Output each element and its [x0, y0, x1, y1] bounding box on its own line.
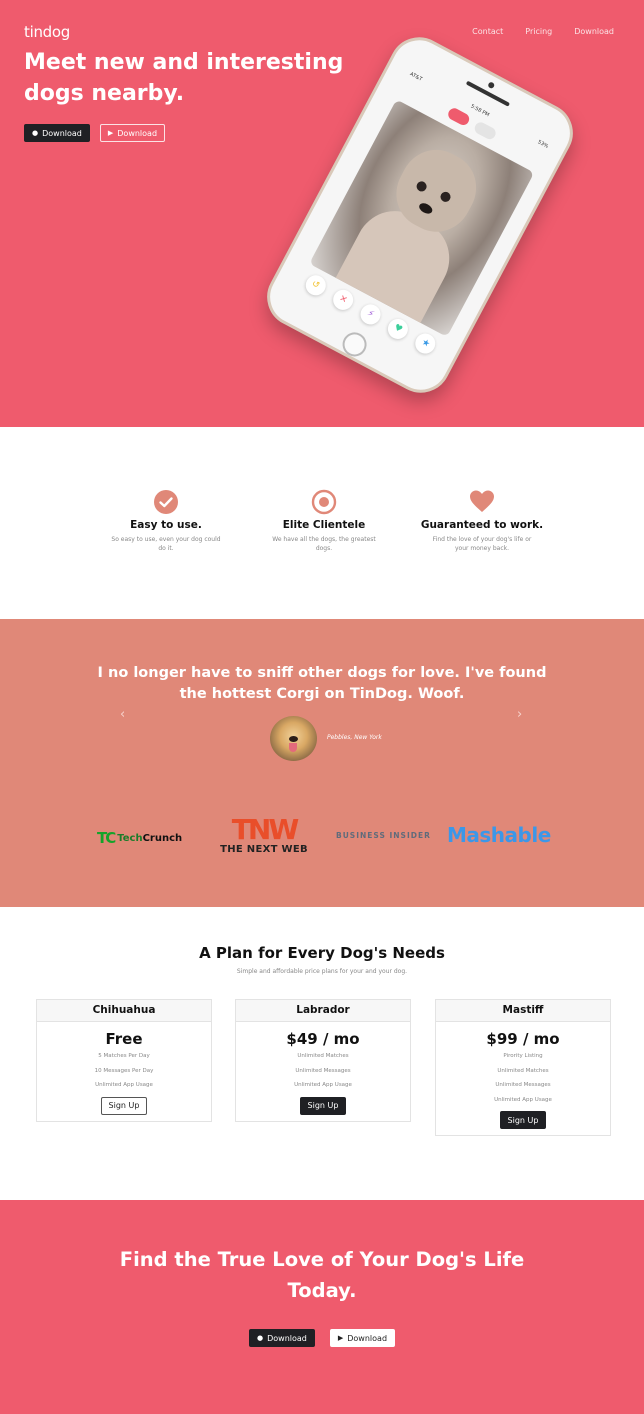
cta-section: Find the True Love of Your Dog's Life To…: [0, 1200, 644, 1414]
brand-logo[interactable]: tindog: [24, 23, 70, 41]
feature-title: Elite Clientele: [282, 519, 366, 531]
plan-feature: Unlimited Messages: [495, 1082, 551, 1088]
plan-card-labrador: Labrador $49 / mo Unlimited Matches Unli…: [235, 999, 411, 1122]
plan-feature: Unlimited App Usage: [294, 1082, 352, 1088]
nav-contact[interactable]: Contact: [472, 27, 503, 36]
sign-up-button[interactable]: Sign Up: [100, 1096, 148, 1115]
plan-feature: Unlimited Matches: [497, 1067, 549, 1074]
plan-feature: Unlimited Messages: [295, 1067, 351, 1074]
plan-name: Mastiff: [436, 1000, 610, 1022]
pricing-section: A Plan for Every Dog's Needs Simple and …: [0, 907, 644, 1200]
mashable-logo: Mashable: [447, 823, 551, 847]
tnw-mark: TNW: [231, 813, 299, 846]
plan-price: $49 / mo: [286, 1030, 360, 1048]
tnw-logo: TNW THE NEXT WEB: [214, 813, 314, 856]
plan-feature: Pirority Listing: [503, 1053, 543, 1059]
feature-guaranteed: Guaranteed to work. Find the love of you…: [417, 489, 547, 553]
plan-card-chihuahua: Chihuahua Free 5 Matches Per Day 10 Mess…: [36, 999, 212, 1122]
pricing-subtitle: Simple and affordable price plans for yo…: [236, 968, 408, 975]
like-icon: ♥: [384, 315, 412, 343]
avatar-nose: [289, 736, 298, 742]
plan-body: $99 / mo Pirority Listing Unlimited Matc…: [436, 1022, 610, 1135]
plan-feature: 10 Messages Per Day: [94, 1067, 154, 1074]
techcrunch-mark: TC: [97, 829, 116, 847]
superlike-icon: ★: [412, 330, 440, 358]
carousel-prev-icon[interactable]: ‹: [120, 707, 125, 722]
plan-name: Chihuahua: [37, 1000, 211, 1022]
feature-text: We have all the dogs, the greatest dogs.: [272, 536, 376, 552]
button-label: Download: [42, 128, 82, 138]
nav-download[interactable]: Download: [574, 27, 614, 36]
button-label: Download: [347, 1333, 388, 1343]
techcrunch-text-a: Tech: [117, 832, 143, 844]
feature-text: So easy to use, even your dog could do i…: [111, 536, 221, 552]
testimonials-section: I no longer have to sniff other dogs for…: [0, 619, 644, 907]
check-circle-icon: [153, 489, 179, 515]
pricing-title: A Plan for Every Dog's Needs: [199, 944, 445, 962]
hero-buttons: ● Download ▶ Download: [24, 124, 166, 142]
techcrunch-text-b: Crunch: [142, 832, 183, 844]
feature-easy-to-use: Easy to use. So easy to use, even your d…: [101, 489, 231, 553]
title-section: tindog Contact Pricing Download Meet new…: [0, 0, 644, 427]
techcrunch-wordmark: TechCrunch: [117, 833, 182, 844]
feature-title: Guaranteed to work.: [420, 519, 544, 531]
top-nav: Contact Pricing Download: [472, 27, 614, 36]
plan-feature: Unlimited App Usage: [95, 1082, 153, 1088]
feature-text: Find the love of your dog's life or your…: [432, 536, 532, 552]
plan-price: Free: [105, 1030, 143, 1048]
play-store-download-button[interactable]: ▶ Download: [329, 1329, 396, 1347]
button-label: Download: [117, 128, 158, 138]
avatar-tongue: [289, 743, 297, 752]
plan-feature: 5 Matches Per Day: [98, 1053, 150, 1059]
sign-up-button[interactable]: Sign Up: [299, 1096, 347, 1115]
press-logos: TC TechCrunch TNW THE NEXT WEB BUSINESS …: [0, 815, 644, 865]
app-store-download-button[interactable]: ● Download: [248, 1329, 315, 1347]
camera-icon: [487, 81, 496, 90]
testimonial-quote: I no longer have to sniff other dogs for…: [97, 665, 547, 702]
heart-icon: [469, 489, 495, 515]
apple-icon: ●: [32, 129, 39, 137]
cta-heading: Find the True Love of Your Dog's Life To…: [119, 1248, 525, 1302]
nope-icon: ✕: [329, 286, 357, 314]
button-label: Download: [267, 1333, 307, 1343]
plan-feature: Unlimited App Usage: [494, 1096, 552, 1103]
cta-buttons: ● Download ▶ Download: [0, 1329, 644, 1347]
flame-tab-icon: [446, 106, 472, 128]
feature-title: Easy to use.: [130, 519, 202, 531]
apple-icon: ●: [256, 1334, 264, 1342]
bullseye-icon: [311, 489, 337, 515]
features-section: Easy to use. So easy to use, even your d…: [0, 427, 644, 619]
rewind-icon: ↺: [301, 271, 329, 299]
tnw-subtitle: THE NEXT WEB: [220, 844, 308, 855]
techcrunch-logo: TC TechCrunch: [97, 829, 182, 847]
boost-icon: ⚡: [356, 300, 385, 328]
play-icon: ▶: [337, 1334, 344, 1342]
nav-pricing[interactable]: Pricing: [525, 27, 552, 36]
home-button-icon: [338, 328, 371, 361]
plan-body: $49 / mo Unlimited Matches Unlimited Mes…: [236, 1022, 410, 1121]
plan-price: $99 / mo: [486, 1030, 560, 1048]
plan-card-mastiff: Mastiff $99 / mo Pirority Listing Unlimi…: [435, 999, 611, 1136]
hero-heading: Meet new and interesting dogs nearby.: [24, 50, 344, 106]
chat-tab-icon: [472, 120, 498, 142]
plan-feature: Unlimited Matches: [297, 1053, 349, 1059]
plan-body: Free 5 Matches Per Day 10 Messages Per D…: [37, 1022, 211, 1121]
app-store-download-button[interactable]: ● Download: [24, 124, 90, 142]
play-store-download-button[interactable]: ▶ Download: [99, 124, 166, 142]
dog-avatar: [270, 716, 317, 761]
testimonial-author: Pebbles, New York: [327, 734, 382, 741]
play-icon: ▶: [107, 129, 114, 137]
sign-up-button[interactable]: Sign Up: [499, 1111, 547, 1129]
business-insider-logo: BUSINESS INSIDER: [336, 831, 431, 840]
feature-elite-clientele: Elite Clientele We have all the dogs, th…: [259, 489, 389, 553]
plan-name: Labrador: [236, 1000, 410, 1022]
carousel-next-icon[interactable]: ›: [517, 707, 522, 722]
